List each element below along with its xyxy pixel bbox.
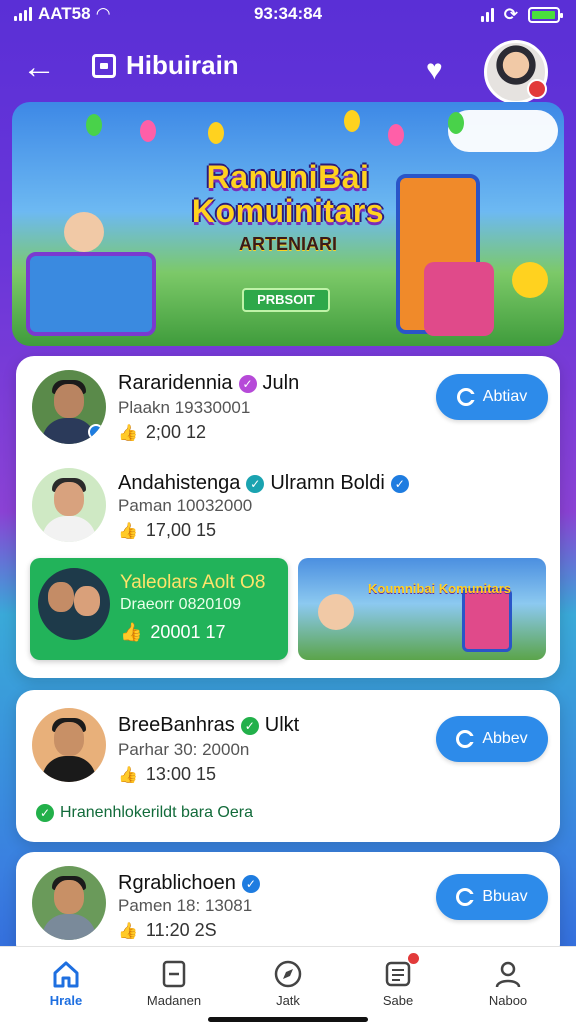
user-subtitle: Pamen 18: 13081 — [118, 896, 253, 915]
thumbs-up-icon: 👍 — [118, 522, 138, 540]
notification-dot — [408, 953, 419, 964]
thumbs-up-icon: 👍 — [118, 922, 138, 940]
balloon-illustration — [208, 122, 224, 144]
nav-item-media[interactable]: Madanen — [124, 955, 224, 1008]
featured-subtitle: Draeorr 0820109 — [120, 596, 241, 613]
featured-likes: 👍 20001 17 — [120, 622, 226, 642]
balloon-illustration — [388, 124, 404, 146]
user-likes: 👍 2;00 12 — [118, 422, 206, 442]
status-bar: AAT58 ◠ 93:34:84 ⟳ — [0, 0, 576, 30]
user-name: BreeBanhras ✓ Ulkt — [118, 714, 300, 736]
user-likes: 👍 11:20 2S — [118, 920, 217, 940]
user-name: Rgrablichoen ✓ — [118, 872, 260, 895]
thumbs-up-icon: 👍 — [120, 622, 143, 642]
notice-text: ✓ Hranenhlokerildt bara Oera — [36, 804, 253, 822]
avatar — [38, 568, 110, 640]
user-name: Rararidennia ✓ Juln — [118, 372, 300, 394]
app-header: ← Hibuirain ♥ — [0, 36, 576, 104]
page-title: Hibuirain — [126, 50, 239, 80]
user-likes: 👍 17,00 15 — [118, 520, 216, 540]
user-likes: 👍 13:00 15 — [118, 764, 216, 784]
user-subtitle: Parhar 30: 2000n — [118, 740, 250, 759]
banner-subtitle: ARTENIARI — [239, 234, 337, 254]
compass-icon — [273, 959, 303, 989]
nav-item-home[interactable]: Hrale — [16, 955, 116, 1008]
featured-title: Yaleolars Aolt O8 — [120, 572, 266, 593]
banner-button[interactable]: PRBSOIT — [242, 288, 330, 312]
nav-item-explore[interactable]: Jatk — [238, 955, 338, 1008]
follow-button[interactable]: Bbuav — [436, 874, 548, 920]
verified-icon: ✓ — [246, 474, 265, 493]
banner-title: RanuniBai Komuinitars — [191, 159, 385, 229]
window-icon — [92, 53, 116, 78]
hero-banner[interactable]: RanuniBai Komuinitars ARTENIARI PRBSOIT — [12, 102, 564, 346]
follow-icon — [456, 388, 475, 406]
arcade-illustration — [424, 262, 494, 336]
user-icon — [493, 959, 523, 989]
battery-icon — [528, 7, 563, 23]
check-icon: ✓ — [36, 804, 54, 822]
thumbnail-title: Koumnibai Komunitars — [368, 581, 512, 596]
signal-icon-right — [480, 8, 494, 22]
avatar[interactable] — [32, 468, 106, 542]
list-icon — [383, 953, 419, 989]
balloon-illustration — [448, 112, 464, 134]
verified-icon: ✓ — [241, 874, 260, 893]
character-illustration — [512, 262, 548, 298]
avatar[interactable] — [32, 708, 106, 782]
follow-icon — [456, 730, 475, 748]
follow-icon — [456, 888, 475, 906]
follow-button[interactable]: Abtiav — [436, 374, 548, 420]
verified-icon: ✓ — [240, 716, 259, 735]
nav-item-profile[interactable]: Naboo — [458, 955, 558, 1008]
arcade-illustration — [26, 252, 156, 336]
heart-icon[interactable]: ♥ — [426, 54, 443, 86]
user-name: Andahistenga ✓ Ulramn Boldi ✓ — [118, 472, 409, 495]
home-indicator — [208, 1017, 368, 1022]
thumbs-up-icon: 👍 — [118, 766, 138, 784]
user-subtitle: Paman 10032000 — [118, 496, 253, 515]
verified-icon: ✓ — [390, 474, 409, 493]
featured-user-tile[interactable]: Yaleolars Aolt O8 Draeorr 0820109 👍 2000… — [30, 558, 288, 660]
verified-icon — [88, 424, 104, 440]
tablet-icon — [159, 959, 189, 989]
verified-icon: ✓ — [238, 374, 257, 393]
thumbs-up-icon: 👍 — [118, 424, 138, 442]
follow-button[interactable]: Abbev — [436, 716, 548, 762]
header-title-group: Hibuirain — [92, 50, 239, 81]
sync-icon: ⟳ — [503, 5, 518, 24]
balloon-illustration — [344, 110, 360, 132]
notification-dot — [527, 79, 547, 99]
back-arrow-icon[interactable]: ← — [22, 50, 62, 86]
nav-item-saved[interactable]: Sabe — [348, 953, 448, 1008]
avatar[interactable] — [32, 370, 106, 444]
user-subtitle: Plaakn 19330001 — [118, 398, 251, 417]
balloon-illustration — [86, 114, 102, 136]
home-icon — [51, 959, 81, 989]
balloon-illustration — [140, 120, 156, 142]
cloud-illustration — [448, 110, 558, 152]
featured-banner-thumbnail[interactable]: Koumnibai Komunitars — [298, 558, 546, 660]
bottom-nav: Hrale Madanen Jatk Sabe Naboo — [0, 946, 576, 1024]
avatar[interactable] — [32, 866, 106, 940]
profile-avatar[interactable] — [484, 40, 548, 104]
